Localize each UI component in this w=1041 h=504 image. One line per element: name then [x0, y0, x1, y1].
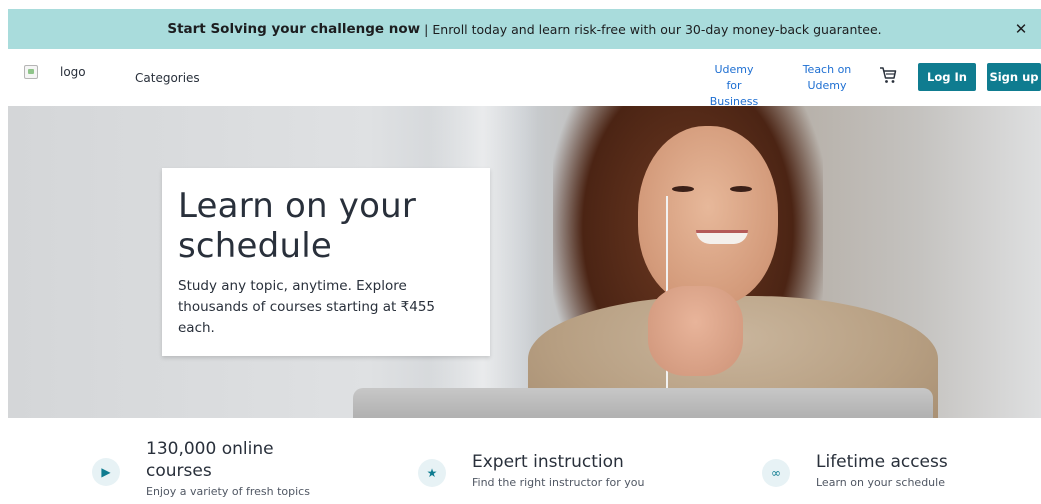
- banner-headline: Start Solving your challenge now: [167, 21, 421, 37]
- banner-separator: |: [424, 21, 429, 37]
- hero-photo-face: [638, 126, 778, 306]
- play-icon: ▶: [92, 458, 120, 486]
- hero-title: Learn on your schedule: [178, 186, 417, 266]
- logo[interactable]: logo: [24, 65, 86, 79]
- feature-subtitle: Find the right instructor for you: [472, 476, 645, 489]
- teach-line-1: Teach on: [802, 63, 852, 76]
- hero-photo-smile: [696, 230, 748, 244]
- signup-button[interactable]: Sign up: [987, 63, 1041, 91]
- broken-image-icon: [24, 65, 38, 79]
- star-icon: ★: [418, 459, 446, 487]
- feature-title: Lifetime access: [816, 452, 948, 472]
- announcement-banner: Start Solving your challenge now | Enrol…: [8, 9, 1041, 49]
- cart-icon[interactable]: [878, 65, 898, 85]
- categories-menu[interactable]: Categories: [135, 71, 200, 85]
- logo-alt-text: logo: [60, 65, 86, 79]
- close-icon[interactable]: ✕: [1011, 19, 1031, 39]
- site-header: logo Categories Udemy for Business Teach…: [8, 49, 1041, 108]
- hero-photo-laptop: [353, 388, 933, 418]
- hero-subtitle: Study any topic, anytime. Explore thousa…: [178, 278, 436, 336]
- teach-on-udemy-link[interactable]: Teach on Udemy: [802, 62, 852, 94]
- login-button[interactable]: Log In: [918, 63, 976, 91]
- feature-subtitle: Learn on your schedule: [816, 476, 945, 489]
- hero-photo-eye-right: [730, 186, 752, 192]
- teach-line-2: Udemy: [807, 79, 847, 92]
- business-line-1: Udemy for: [714, 63, 754, 92]
- feature-expert-instruction: ★ Expert instruction Find the right inst…: [418, 451, 644, 491]
- infinity-icon: ∞: [762, 459, 790, 487]
- feature-lifetime-access: ∞ Lifetime access Learn on your schedule: [762, 451, 948, 491]
- hero-card: Learn on your schedule Study any topic, …: [162, 168, 490, 356]
- hero-photo-hands: [648, 286, 743, 376]
- feature-title: Expert instruction: [472, 452, 624, 472]
- feature-online-courses: ▶ 130,000 online courses Enjoy a variety…: [92, 438, 310, 500]
- udemy-for-business-link[interactable]: Udemy for Business: [706, 62, 762, 110]
- feature-subtitle: Enjoy a variety of fresh topics: [146, 485, 310, 498]
- hero-photo-eye-left: [672, 186, 694, 192]
- feature-title: 130,000 online courses: [146, 439, 274, 481]
- banner-message: Enroll today and learn risk-free with ou…: [432, 21, 882, 37]
